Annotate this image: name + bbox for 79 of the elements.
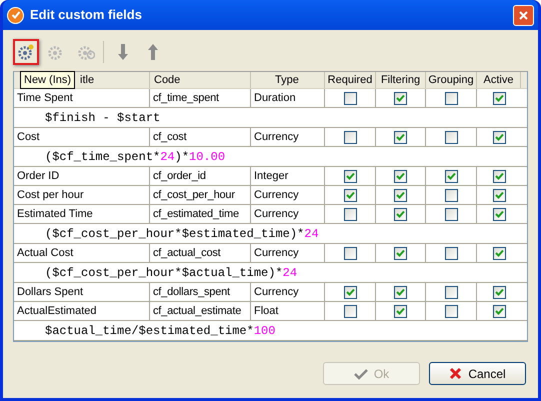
table-cell: Order ID bbox=[14, 167, 150, 185]
table-cell: cf_estimated_time bbox=[150, 205, 251, 223]
checkbox[interactable] bbox=[444, 286, 458, 298]
table-cell: Cost per hour bbox=[14, 186, 150, 204]
checkbox[interactable] bbox=[344, 304, 356, 318]
table-cell: Currency bbox=[251, 283, 325, 301]
checkbox[interactable] bbox=[394, 130, 407, 144]
checkbox[interactable] bbox=[394, 208, 407, 220]
window-title: Edit custom fields bbox=[30, 6, 143, 24]
tooltip: New (Ins) bbox=[20, 71, 76, 89]
checkbox[interactable] bbox=[492, 208, 506, 220]
column-header[interactable]: Grouping bbox=[426, 72, 477, 88]
table-cell: Duration bbox=[251, 89, 325, 107]
checkbox[interactable] bbox=[444, 170, 458, 182]
checkbox[interactable] bbox=[344, 246, 356, 260]
checkbox[interactable] bbox=[394, 188, 407, 202]
checkbox[interactable] bbox=[444, 92, 458, 104]
checkbox[interactable] bbox=[492, 170, 506, 182]
checkbox[interactable] bbox=[344, 130, 356, 144]
table-cell: Currency bbox=[251, 128, 325, 146]
checkbox[interactable] bbox=[344, 208, 356, 220]
checkbox[interactable] bbox=[344, 92, 356, 104]
column-header[interactable]: Filtering bbox=[376, 72, 426, 88]
column-header[interactable]: Active bbox=[477, 72, 521, 88]
checkbox[interactable] bbox=[344, 188, 356, 202]
checkbox[interactable] bbox=[492, 304, 506, 318]
table-cell: Currency bbox=[251, 186, 325, 204]
checkbox[interactable] bbox=[492, 92, 506, 104]
table-cell: cf_actual_estimate bbox=[150, 302, 251, 320]
column-header[interactable]: Type bbox=[251, 72, 325, 88]
close-button[interactable] bbox=[513, 4, 534, 26]
checkbox[interactable] bbox=[444, 304, 458, 318]
checkbox[interactable] bbox=[492, 286, 506, 298]
cancel-button[interactable]: Cancel bbox=[429, 362, 526, 385]
close-icon bbox=[449, 367, 462, 380]
formula-text: $finish - $start bbox=[45, 110, 160, 126]
table-cell: Dollars Spent bbox=[14, 283, 150, 301]
table-cell: Float bbox=[251, 302, 325, 320]
check-badge-icon bbox=[7, 6, 24, 24]
toolbar-button[interactable] bbox=[13, 39, 39, 65]
close-icon bbox=[518, 10, 529, 20]
table-cell: cf_dollars_spent bbox=[150, 283, 251, 301]
checkbox[interactable] bbox=[394, 92, 407, 104]
checkbox[interactable] bbox=[492, 130, 506, 144]
checkbox[interactable] bbox=[344, 286, 356, 298]
checkbox[interactable] bbox=[394, 170, 407, 182]
checkbox[interactable] bbox=[492, 188, 506, 202]
table-cell: Estimated Time bbox=[14, 205, 150, 223]
table-cell: Cost bbox=[14, 128, 150, 146]
table-cell: Currency bbox=[251, 205, 325, 223]
checkbox[interactable] bbox=[444, 208, 458, 220]
table-cell: cf_actual_cost bbox=[150, 244, 251, 262]
table-cell: cf_cost bbox=[150, 128, 251, 146]
checkbox[interactable] bbox=[344, 170, 356, 182]
formula-text: $actual_time/$estimated_time*100 bbox=[45, 322, 276, 340]
table-cell: Actual Cost bbox=[14, 244, 150, 262]
checkbox[interactable] bbox=[394, 246, 407, 260]
table-cell: cf_cost_per_hour bbox=[150, 186, 251, 204]
table-cell: Time Spent bbox=[14, 89, 150, 107]
table-cell: Integer bbox=[251, 167, 325, 185]
up-arrow-icon bbox=[147, 43, 159, 61]
formula-text: ($cf_cost_per_hour*$estimated_time)*24 bbox=[45, 226, 319, 242]
checkmark-icon bbox=[354, 368, 368, 380]
checkbox[interactable] bbox=[444, 130, 458, 144]
formula-text: ($cf_time_spent*24)*10.00 bbox=[45, 148, 226, 166]
table-cell: Currency bbox=[251, 244, 325, 262]
checkbox[interactable] bbox=[394, 286, 407, 298]
table-cell: cf_order_id bbox=[150, 167, 251, 185]
formula-text: ($cf_cost_per_hour*$actual_time)*24 bbox=[45, 264, 298, 282]
gear-icon bbox=[17, 43, 35, 61]
table-cell: ActualEstimated bbox=[14, 302, 150, 320]
table-cell: cf_time_spent bbox=[150, 89, 251, 107]
checkbox[interactable] bbox=[444, 188, 458, 202]
checkbox[interactable] bbox=[394, 304, 407, 318]
column-header[interactable]: Code bbox=[150, 72, 251, 88]
column-header[interactable]: Required bbox=[325, 72, 376, 88]
down-arrow-icon bbox=[117, 43, 129, 61]
checkbox[interactable] bbox=[444, 246, 458, 260]
checkbox[interactable] bbox=[492, 246, 506, 260]
